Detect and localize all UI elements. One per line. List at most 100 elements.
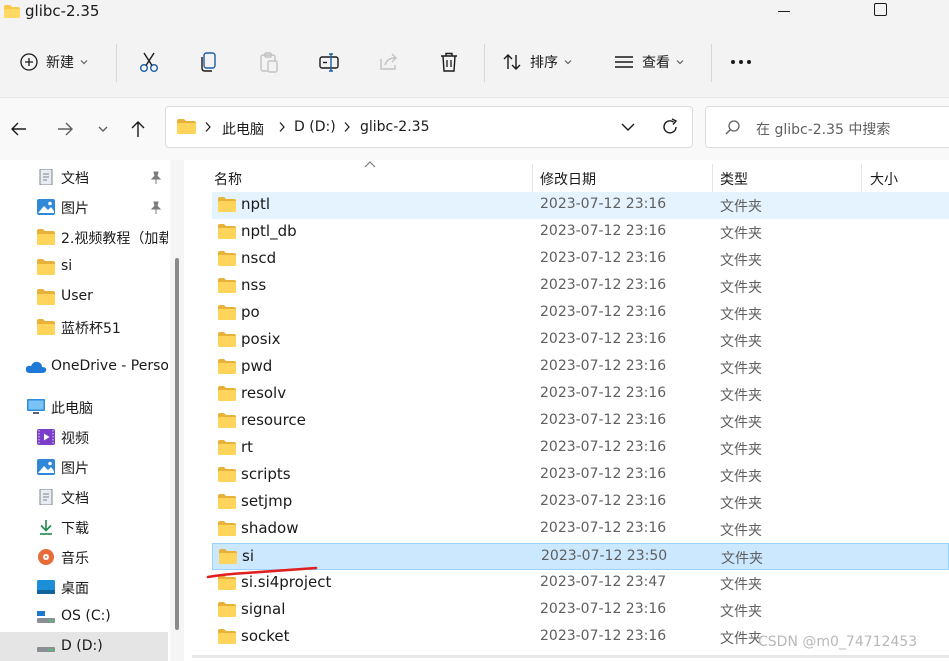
folder-icon [37, 289, 55, 305]
sidebar-item-drive-c[interactable]: OS (C:) [0, 602, 168, 632]
view-button[interactable]: 查看 [614, 26, 684, 98]
folder-icon [219, 549, 237, 564]
file-type: 文件夹 [720, 415, 762, 431]
table-row[interactable]: si 2023-07-12 23:50 文件夹 [212, 543, 949, 570]
red-underline-annotation [206, 566, 318, 579]
column-divider[interactable] [861, 164, 862, 194]
table-row[interactable]: resolv 2023-07-12 23:16 文件夹 [212, 381, 949, 408]
column-divider[interactable] [712, 164, 713, 194]
table-row[interactable]: si.si4project 2023-07-12 23:47 文件夹 [212, 570, 949, 597]
sidebar-item-onedrive[interactable]: OneDrive - Perso [0, 352, 168, 382]
chevron-down-icon[interactable] [620, 120, 636, 134]
column-divider[interactable] [532, 164, 533, 194]
sidebar-item-folder-si[interactable]: si [0, 252, 168, 282]
refresh-icon[interactable] [660, 117, 680, 137]
separator [116, 44, 117, 82]
sidebar-item-folder-video-tutorial[interactable]: 2.视频教程（加载 [0, 222, 168, 252]
table-row[interactable]: shadow 2023-07-12 23:16 文件夹 [212, 516, 949, 543]
table-row[interactable]: resource 2023-07-12 23:16 文件夹 [212, 408, 949, 435]
rename-icon [319, 53, 339, 72]
table-row[interactable]: nscd 2023-07-12 23:16 文件夹 [212, 246, 949, 273]
file-name: socket [241, 627, 290, 645]
file-type: 文件夹 [720, 280, 762, 296]
table-row[interactable]: nptl 2023-07-12 23:16 文件夹 [212, 192, 949, 219]
maximize-button[interactable] [874, 3, 887, 16]
copy-button[interactable] [198, 26, 220, 98]
horizontal-scrollbar[interactable] [192, 655, 949, 658]
folder-icon [37, 259, 55, 275]
file-modified: 2023-07-12 23:16 [540, 250, 667, 266]
sidebar-item-folder-lanqiao[interactable]: 蓝桥杯51 [0, 312, 168, 342]
scissors-icon [140, 52, 158, 72]
sidebar-item-music[interactable]: 音乐 [0, 542, 168, 572]
sidebar-item-documents[interactable]: 文档 [0, 482, 168, 512]
sidebar-item-this-pc[interactable]: 此电脑 [0, 392, 168, 422]
sidebar-item-label: User [61, 288, 93, 304]
folder-icon [218, 278, 236, 293]
sidebar-item-label: 下载 [61, 521, 89, 537]
back-arrow-icon[interactable] [8, 118, 30, 140]
sidebar-item-pictures-quick[interactable]: 图片 [0, 192, 168, 222]
more-button[interactable] [730, 26, 752, 98]
file-name: signal [241, 600, 286, 618]
rename-button[interactable] [318, 26, 340, 98]
file-modified: 2023-07-12 23:16 [540, 358, 667, 374]
separator [484, 44, 485, 82]
column-header-name[interactable]: 名称 [214, 169, 242, 191]
sidebar-item-downloads[interactable]: 下载 [0, 512, 168, 542]
forward-arrow-icon[interactable] [54, 118, 76, 140]
videos-icon [37, 429, 55, 445]
sidebar-item-videos[interactable]: 视频 [0, 422, 168, 452]
chevron-right-icon [279, 122, 285, 132]
table-row[interactable]: nptl_db 2023-07-12 23:16 文件夹 [212, 219, 949, 246]
folder-icon [218, 413, 236, 428]
share-button[interactable] [378, 26, 400, 98]
table-row[interactable]: posix 2023-07-12 23:16 文件夹 [212, 327, 949, 354]
table-row[interactable]: nss 2023-07-12 23:16 文件夹 [212, 273, 949, 300]
minimize-button[interactable] [778, 11, 790, 12]
sidebar-item-label: 图片 [61, 461, 89, 477]
cut-button[interactable] [138, 26, 160, 98]
breadcrumb-glibc[interactable]: glibc-2.35 [360, 119, 429, 135]
sidebar-item-documents-quick[interactable]: 文档 [0, 162, 168, 192]
table-row[interactable]: scripts 2023-07-12 23:16 文件夹 [212, 462, 949, 489]
recent-chevron-down-icon[interactable] [92, 118, 114, 140]
sidebar-scrollbar-thumb[interactable] [175, 258, 179, 630]
sort-button[interactable]: 排序 [502, 26, 572, 98]
view-list-icon [615, 56, 633, 68]
sidebar-item-pictures[interactable]: 图片 [0, 452, 168, 482]
breadcrumb-drive-d[interactable]: D (D:) [294, 119, 336, 135]
search-input[interactable]: 在 glibc-2.35 中搜索 [705, 106, 949, 148]
chevron-down-icon [676, 60, 684, 65]
copy-icon [201, 52, 216, 72]
pin-icon [150, 171, 162, 184]
file-modified: 2023-07-12 23:16 [540, 439, 667, 455]
new-button[interactable]: 新建 [20, 26, 88, 98]
document-icon [39, 169, 53, 185]
file-type: 文件夹 [720, 361, 762, 377]
table-row[interactable]: setjmp 2023-07-12 23:16 文件夹 [212, 489, 949, 516]
column-header-size[interactable]: 大小 [870, 169, 898, 191]
chevron-right-icon [344, 122, 350, 132]
sidebar-item-label: D (D:) [61, 638, 103, 654]
address-bar[interactable]: 此电脑 D (D:) glibc-2.35 [165, 106, 693, 148]
up-arrow-icon[interactable] [127, 118, 149, 140]
folder-icon [37, 319, 55, 335]
sidebar-item-drive-d[interactable]: D (D:) [0, 632, 168, 661]
file-modified: 2023-07-12 23:16 [540, 277, 667, 293]
table-row[interactable]: signal 2023-07-12 23:16 文件夹 [212, 597, 949, 624]
breadcrumb-this-pc[interactable]: 此电脑 [222, 119, 264, 139]
column-header-modified[interactable]: 修改日期 [540, 169, 596, 191]
table-row[interactable]: po 2023-07-12 23:16 文件夹 [212, 300, 949, 327]
paste-button[interactable] [258, 26, 280, 98]
sidebar-item-folder-user[interactable]: User [0, 282, 168, 312]
table-row[interactable]: pwd 2023-07-12 23:16 文件夹 [212, 354, 949, 381]
table-row[interactable]: rt 2023-07-12 23:16 文件夹 [212, 435, 949, 462]
column-header-type[interactable]: 类型 [720, 169, 748, 191]
file-name: setjmp [241, 492, 293, 510]
file-modified: 2023-07-12 23:16 [540, 493, 667, 509]
folder-icon [218, 494, 236, 509]
delete-button[interactable] [438, 26, 460, 98]
sidebar-item-desktop[interactable]: 桌面 [0, 572, 168, 602]
file-modified: 2023-07-12 23:16 [540, 520, 667, 536]
